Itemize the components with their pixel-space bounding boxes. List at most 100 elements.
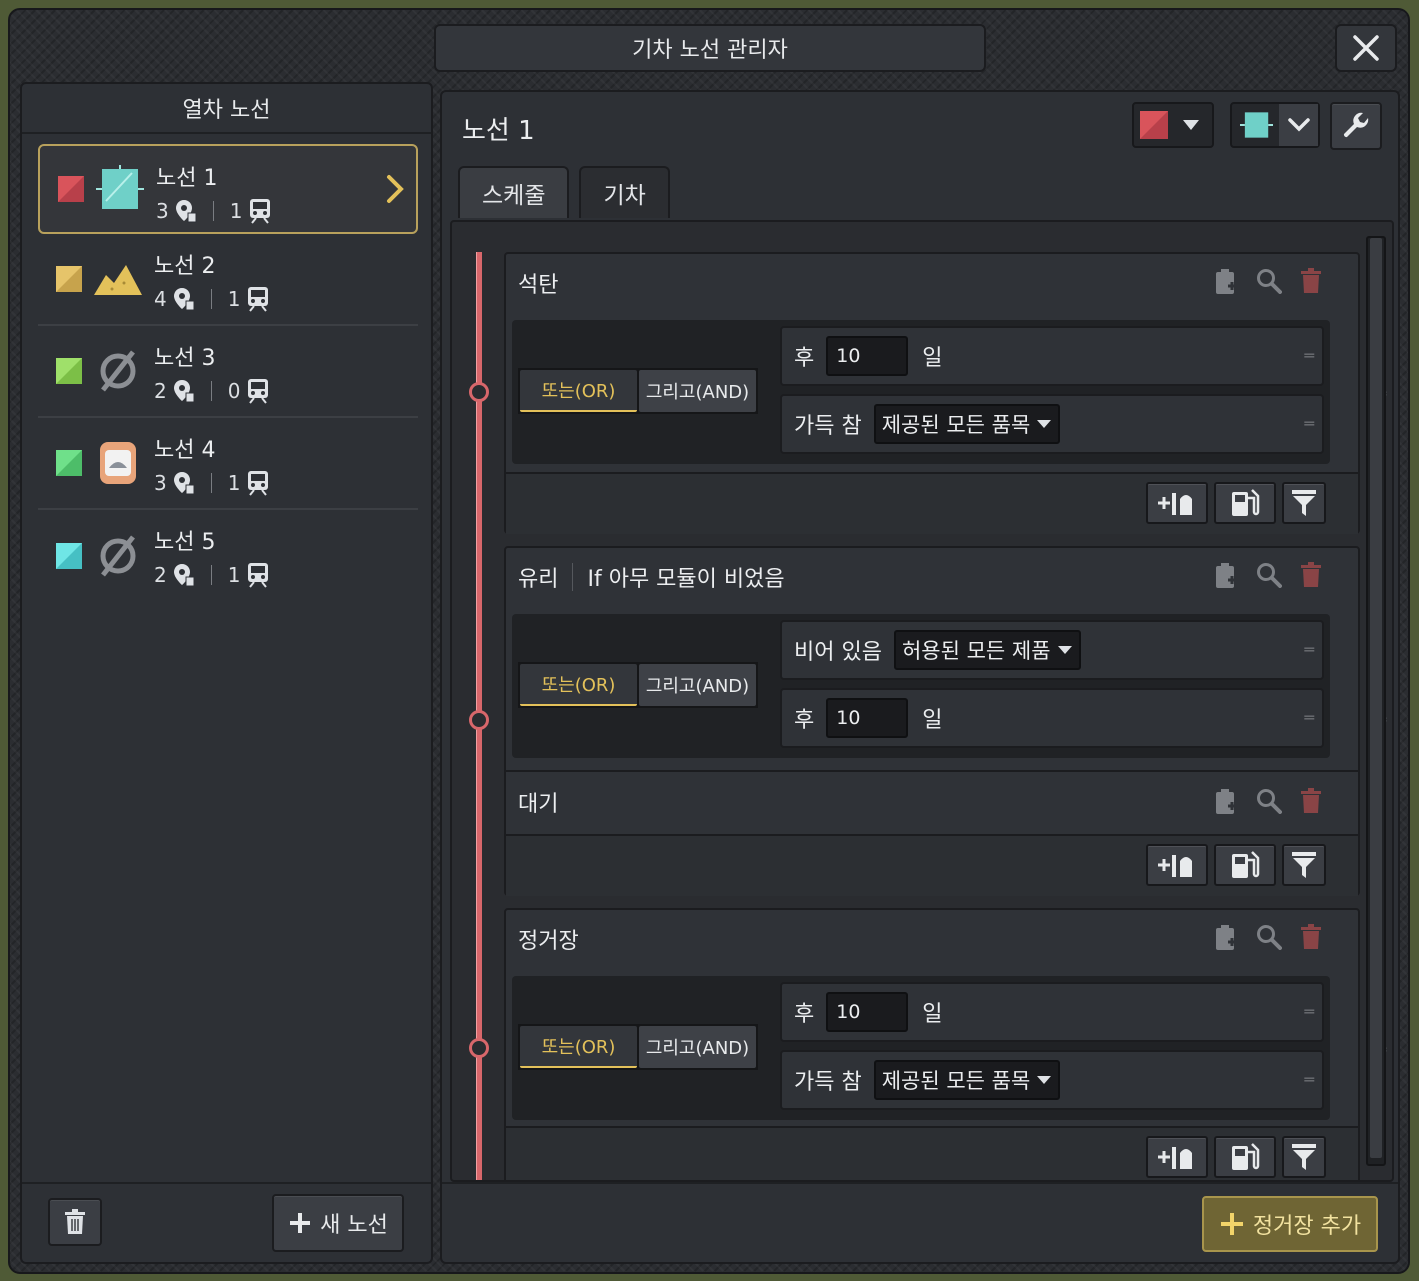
route-color-dropdown[interactable] [1132,102,1214,148]
route-item-3[interactable]: 노선 3 2 0 [38,326,418,418]
copy-icon[interactable] [1214,924,1238,952]
condition-prefix: 후 [794,346,815,371]
timeline-dot [469,710,489,730]
logic-toggle: 또는(OR) 그리고(AND) [518,368,758,414]
copy-icon[interactable] [1214,562,1238,590]
empty-set-icon [92,530,144,582]
search-icon[interactable] [1256,268,1282,294]
route-name: 노선 2 [154,254,216,279]
drag-handle-icon[interactable]: ═ [1304,708,1314,727]
condition-suffix: 일 [922,708,943,733]
chevron-right-icon [386,174,404,208]
copy-icon[interactable] [1214,788,1238,816]
trash-icon[interactable] [1300,562,1322,588]
drag-handle-icon[interactable]: ═ [1304,346,1314,365]
trash-icon [65,1209,85,1234]
condition-suffix: 일 [922,1002,943,1027]
filter-button[interactable] [1282,844,1326,886]
trash-icon[interactable] [1300,924,1322,950]
tab-trains[interactable]: 기차 [579,166,670,218]
route-item-5[interactable]: 노선 5 2 1 [38,510,418,602]
route-icon-dropdown[interactable] [1230,102,1320,148]
plus-icon [1220,1213,1243,1235]
stop-footer [506,1126,1358,1180]
condition-row: 후 10 일 ═ [780,326,1324,386]
cargo-select[interactable]: 허용된 모든 제품 [893,630,1081,670]
route-list-panel: 열차 노선 노선 1 3 1 노선 2 4 1 노선 3 2 0 노선 4 3 … [20,82,433,1264]
add-cargo-rule-button[interactable] [1146,844,1208,886]
route-title: 노선 1 [462,116,535,146]
cargo-select[interactable]: 제공된 모든 품목 [873,404,1061,444]
train-route-manager-window: 기차 노선 관리자 열차 노선 노선 1 3 1 노선 2 4 1 노선 3 2… [8,8,1410,1274]
condition-block: 또는(OR) 그리고(AND) 후 10 일 ═ 가득 참 제공된 모든 품목 [512,320,1330,464]
icon-dropdown-toggle[interactable] [1279,104,1318,146]
or-button[interactable]: 또는(OR) [520,1026,637,1068]
trash-icon[interactable] [1300,788,1322,814]
refuel-button[interactable] [1214,844,1276,886]
schedule-area: 석탄 또는(OR) 그리고(AND) 후 10 일 ═ 가득 참 제공된 모든 … [450,220,1394,1182]
search-icon[interactable] [1256,924,1282,950]
refuel-button[interactable] [1214,1136,1276,1178]
and-button[interactable]: 그리고(AND) [639,664,756,706]
days-input[interactable]: 10 [826,336,909,376]
wait-label: 대기 [518,792,559,817]
search-icon[interactable] [1256,562,1282,588]
route-detail-footer: 정거장 추가 [442,1182,1398,1262]
search-icon[interactable] [1256,788,1282,814]
filter-button[interactable] [1282,482,1326,524]
or-button[interactable]: 또는(OR) [520,664,637,706]
filter-button[interactable] [1282,1136,1326,1178]
stop-name: 유리 [518,567,559,592]
trash-icon[interactable] [1300,268,1322,294]
sack-icon [92,437,144,489]
train-count: 1 [229,199,243,223]
drag-handle-icon[interactable]: ═ [1304,640,1314,659]
triangle-down-icon [1037,1076,1052,1084]
and-button[interactable]: 그리고(AND) [639,370,756,412]
triangle-down-icon [1037,420,1052,428]
cargo-select-value: 제공된 모든 품목 [881,1069,1031,1093]
drag-handle-icon[interactable]: ═ [1304,414,1314,433]
cargo-select[interactable]: 제공된 모든 품목 [873,1060,1061,1100]
logic-toggle: 또는(OR) 그리고(AND) [518,662,758,708]
drag-handle-icon[interactable]: ═ [1304,1002,1314,1021]
cargo-select-value: 허용된 모든 제품 [901,639,1051,663]
copy-icon[interactable] [1214,268,1238,296]
route-color-swatch [56,543,82,569]
tab-schedule[interactable]: 스케줄 [458,166,570,218]
train-icon [248,287,269,312]
route-list: 노선 1 3 1 노선 2 4 1 노선 3 2 0 노선 4 3 1 노선 5… [38,144,418,602]
new-route-button[interactable]: 새 노선 [272,1194,404,1252]
window-title: 기차 노선 관리자 [434,24,986,72]
stop-name: 석탄 [518,273,559,298]
drag-handle-icon[interactable]: ═ [1304,1070,1314,1089]
new-route-label: 새 노선 [320,1213,388,1238]
route-settings-button[interactable] [1330,102,1382,150]
stop-name: 정거장 [518,929,579,954]
route-item-4[interactable]: 노선 4 3 1 [38,418,418,510]
stop-tools [1214,268,1322,296]
add-cargo-rule-button[interactable] [1146,1136,1208,1178]
condition-row: 후 10 일 ═ [780,688,1324,748]
stop-pin-icon [173,288,195,311]
route-color-swatch [56,266,82,292]
add-stop-button[interactable]: 정거장 추가 [1202,1196,1378,1252]
close-button[interactable] [1335,24,1397,72]
condition-prefix: 비어 있음 [794,640,882,665]
and-button[interactable]: 그리고(AND) [639,1026,756,1068]
timeline-dot [469,382,489,402]
stop-count: 2 [154,563,167,587]
add-cargo-rule-button[interactable] [1146,482,1208,524]
scrollbar-thumb[interactable] [1370,238,1382,1158]
days-input[interactable]: 10 [826,698,909,738]
route-item-1[interactable]: 노선 1 3 1 [38,144,418,234]
glass-icon [1240,112,1274,138]
delete-route-button[interactable] [48,1198,102,1246]
or-button[interactable]: 또는(OR) [520,370,637,412]
days-input[interactable]: 10 [826,992,909,1032]
refuel-button[interactable] [1214,482,1276,524]
schedule-scrollbar[interactable] [1366,236,1386,1166]
route-item-2[interactable]: 노선 2 4 1 [38,234,418,326]
stop-count: 2 [154,379,167,403]
route-color-swatch [56,358,82,384]
